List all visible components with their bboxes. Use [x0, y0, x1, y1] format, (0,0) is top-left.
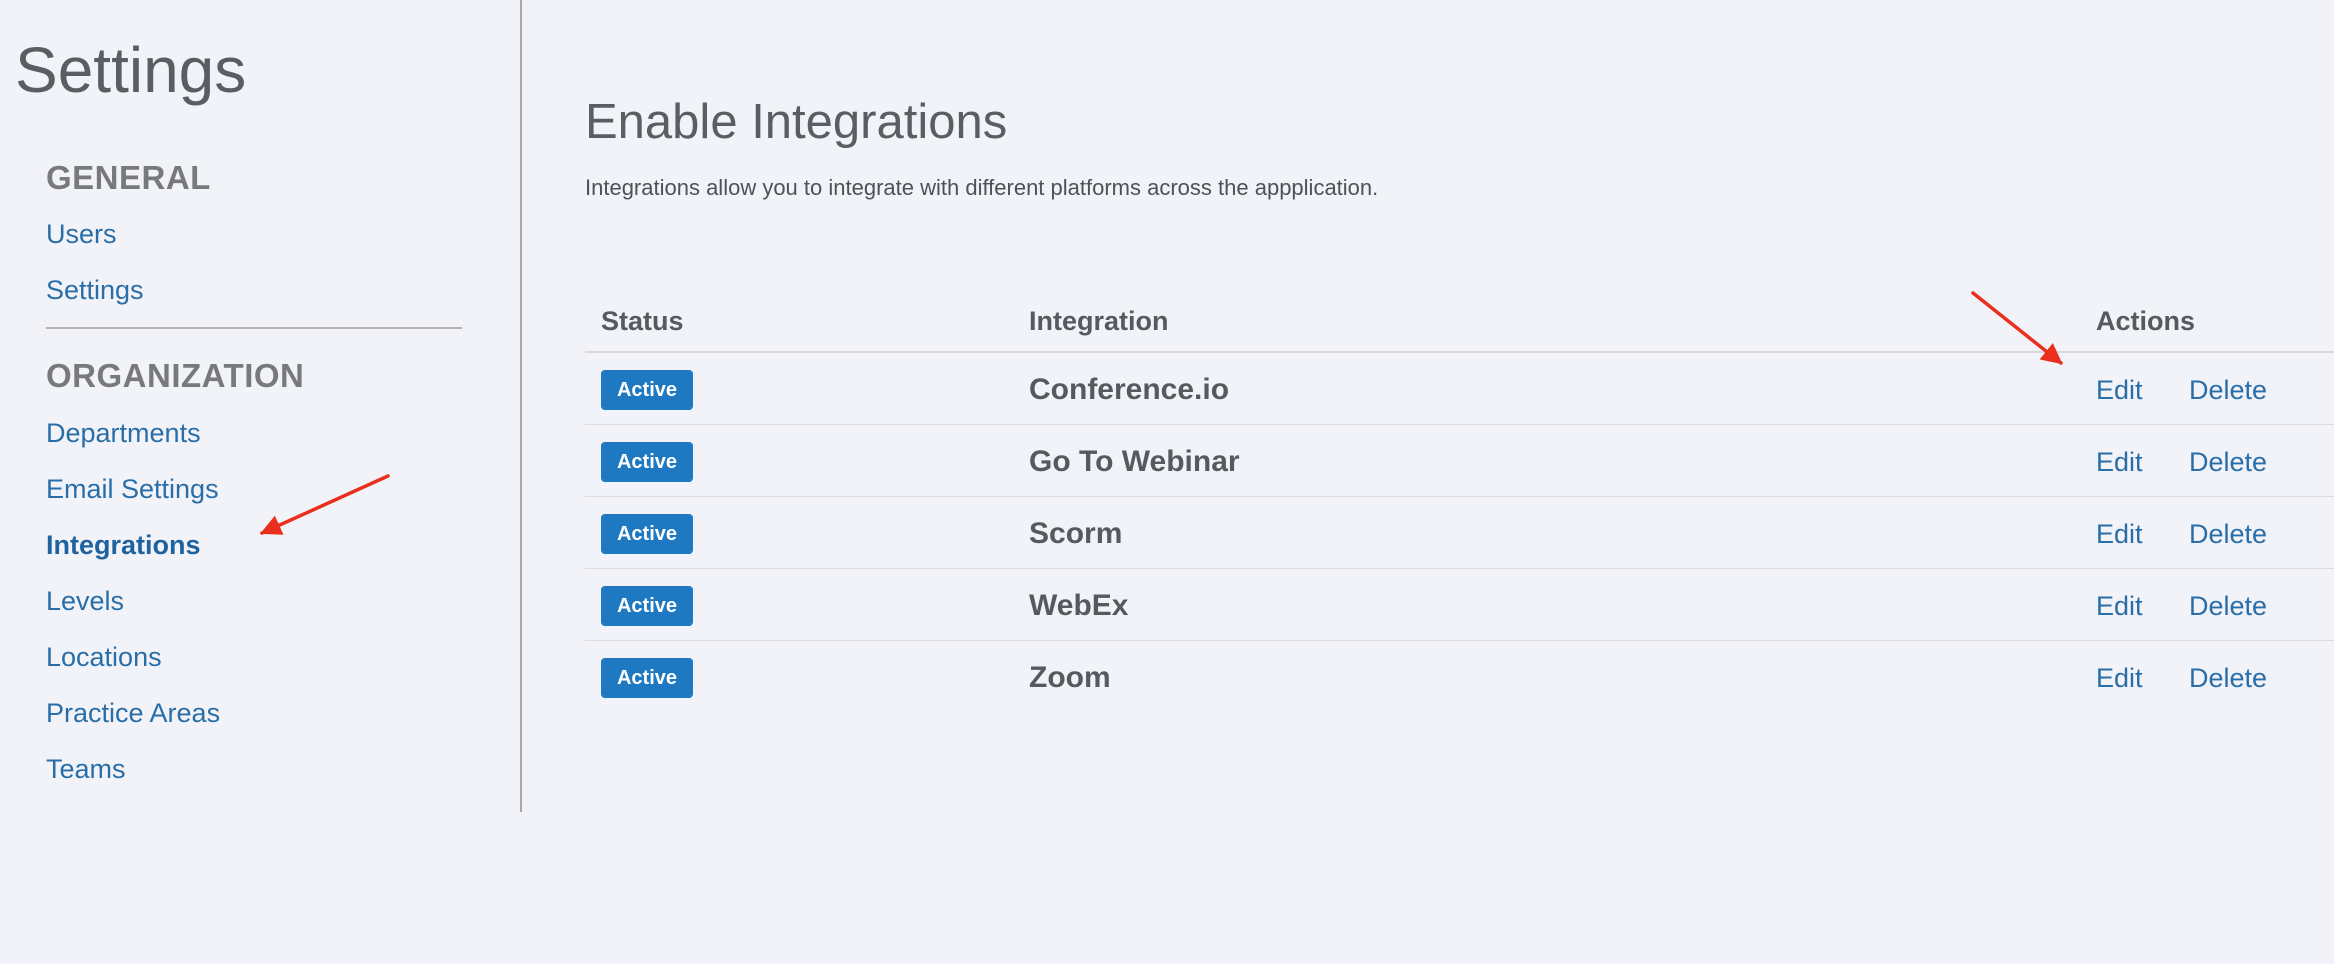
sidebar-divider [46, 327, 462, 329]
edit-button[interactable]: Edit [2096, 588, 2143, 624]
edit-button[interactable]: Edit [2096, 444, 2143, 480]
column-header-status: Status [601, 306, 684, 336]
section-heading-general: GENERAL [46, 159, 211, 196]
delete-button[interactable]: Delete [2189, 372, 2267, 408]
sidebar-item-departments[interactable]: Departments [46, 415, 201, 451]
status-badge: Active [601, 586, 693, 626]
main-content: Enable Integrations Integrations allow y… [522, 0, 2334, 964]
status-badge: Active [601, 442, 693, 482]
edit-button[interactable]: Edit [2096, 372, 2143, 408]
section-description: Integrations allow you to integrate with… [585, 175, 1379, 200]
sidebar-item-settings[interactable]: Settings [46, 272, 144, 308]
status-badge: Active [601, 658, 693, 698]
sidebar-item-practice-areas[interactable]: Practice Areas [46, 695, 220, 731]
sidebar-item-email-settings[interactable]: Email Settings [46, 471, 219, 507]
status-badge: Active [601, 514, 693, 554]
table-row: Active Zoom Edit Delete [585, 641, 2334, 713]
sidebar-item-teams[interactable]: Teams [46, 751, 126, 787]
table-header: Status Integration Actions [585, 290, 2334, 353]
sidebar-item-users[interactable]: Users [46, 216, 117, 252]
integration-name: Zoom [1029, 661, 1111, 694]
integration-name: Go To Webinar [1029, 445, 1240, 478]
integration-name: WebEx [1029, 589, 1129, 622]
sidebar-item-locations[interactable]: Locations [46, 639, 162, 675]
status-badge: Active [601, 370, 693, 410]
delete-button[interactable]: Delete [2189, 588, 2267, 624]
table-row: Active Go To Webinar Edit Delete [585, 425, 2334, 497]
table-row: Active WebEx Edit Delete [585, 569, 2334, 641]
section-heading-organization: ORGANIZATION [46, 357, 305, 394]
column-header-integration: Integration [1029, 306, 1169, 336]
section-title: Enable Integrations [585, 95, 1008, 149]
column-header-actions: Actions [2096, 306, 2196, 336]
settings-sidebar: Settings GENERAL Users Settings ORGANIZA… [0, 0, 522, 812]
page-title: Settings [15, 34, 247, 106]
table-row: Active Scorm Edit Delete [585, 497, 2334, 569]
edit-button[interactable]: Edit [2096, 660, 2143, 696]
integration-name: Scorm [1029, 517, 1123, 550]
sidebar-item-levels[interactable]: Levels [46, 583, 124, 619]
edit-button[interactable]: Edit [2096, 516, 2143, 552]
delete-button[interactable]: Delete [2189, 444, 2267, 480]
integrations-table: Status Integration Actions Active Confer… [585, 290, 2334, 713]
sidebar-item-integrations[interactable]: Integrations [46, 527, 201, 563]
table-row: Active Conference.io Edit Delete [585, 353, 2334, 425]
integration-name: Conference.io [1029, 373, 1230, 406]
delete-button[interactable]: Delete [2189, 516, 2267, 552]
delete-button[interactable]: Delete [2189, 660, 2267, 696]
